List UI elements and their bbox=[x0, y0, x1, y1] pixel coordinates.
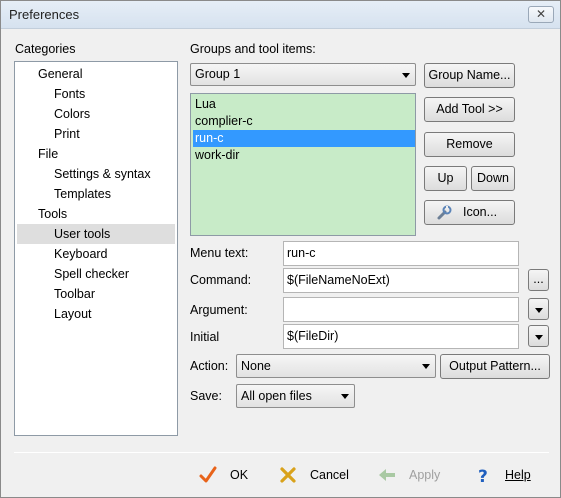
command-field[interactable]: $(FileNameNoExt) bbox=[283, 268, 519, 293]
category-item[interactable]: Settings & syntax bbox=[17, 164, 175, 184]
chevron-down-icon bbox=[402, 72, 410, 78]
window-title: Preferences bbox=[9, 7, 80, 22]
cancel-label: Cancel bbox=[310, 468, 349, 482]
ok-button[interactable]: OK bbox=[198, 463, 258, 487]
tool-item[interactable]: work-dir bbox=[193, 147, 415, 164]
chevron-down-icon bbox=[535, 308, 543, 313]
categories-label: Categories bbox=[15, 42, 76, 56]
help-button[interactable]: ? Help bbox=[473, 463, 543, 487]
save-label: Save: bbox=[190, 389, 222, 403]
category-item[interactable]: General bbox=[17, 64, 175, 84]
category-item[interactable]: Layout bbox=[17, 304, 175, 324]
close-icon: ✕ bbox=[535, 7, 547, 21]
group-select[interactable]: Group 1 bbox=[190, 63, 416, 86]
chevron-down-icon bbox=[422, 364, 430, 369]
tool-item[interactable]: complier-c bbox=[193, 113, 415, 130]
wrench-icon bbox=[437, 205, 452, 220]
save-select[interactable]: All open files bbox=[236, 384, 355, 408]
command-label: Command: bbox=[190, 273, 252, 287]
category-item[interactable]: Toolbar bbox=[17, 284, 175, 304]
category-item[interactable]: Print bbox=[17, 124, 175, 144]
argument-field[interactable] bbox=[283, 297, 519, 322]
tool-item[interactable]: Lua bbox=[193, 96, 415, 113]
category-item[interactable]: User tools bbox=[17, 224, 175, 244]
preferences-window: Preferences ✕ Categories General Fonts Col… bbox=[0, 0, 561, 498]
apply-button[interactable]: Apply bbox=[377, 463, 447, 487]
apply-label: Apply bbox=[409, 468, 441, 482]
help-label: Help bbox=[505, 468, 531, 482]
arrow-left-icon bbox=[379, 469, 395, 481]
browse-command-button[interactable]: ... bbox=[528, 269, 549, 291]
argument-label: Argument: bbox=[190, 303, 248, 317]
svg-text:?: ? bbox=[478, 467, 488, 485]
chevron-down-icon bbox=[535, 335, 543, 340]
title-bar: Preferences ✕ bbox=[1, 1, 560, 29]
category-item[interactable]: Spell checker bbox=[17, 264, 175, 284]
checkmark-icon bbox=[199, 466, 217, 483]
groups-label: Groups and tool items: bbox=[190, 42, 316, 56]
footer-separator bbox=[14, 452, 549, 453]
action-select[interactable]: None bbox=[236, 354, 436, 378]
action-label: Action: bbox=[190, 359, 229, 373]
category-item[interactable]: File bbox=[17, 144, 175, 164]
argument-dropdown-button[interactable] bbox=[528, 298, 549, 320]
category-item[interactable]: Templates bbox=[17, 184, 175, 204]
initial-label: Initial bbox=[190, 330, 220, 344]
close-button[interactable]: ✕ bbox=[528, 6, 554, 23]
group-name-button[interactable]: Group Name... bbox=[424, 63, 515, 88]
add-tool-button[interactable]: Add Tool >> bbox=[424, 97, 515, 122]
ok-label: OK bbox=[230, 468, 249, 482]
icon-button-label: Icon... bbox=[463, 205, 498, 219]
cross-icon bbox=[280, 467, 296, 483]
category-item[interactable]: Fonts bbox=[17, 84, 175, 104]
chevron-down-icon bbox=[341, 394, 349, 399]
down-button[interactable]: Down bbox=[471, 166, 515, 191]
category-item[interactable]: Tools bbox=[17, 204, 175, 224]
menu-text-field[interactable]: run-c bbox=[283, 241, 519, 266]
up-button[interactable]: Up bbox=[424, 166, 467, 191]
categories-tree[interactable]: General Fonts Colors Print File Settings & sy… bbox=[14, 61, 178, 436]
menu-text-label: Menu text: bbox=[190, 246, 249, 260]
category-item[interactable]: Keyboard bbox=[17, 244, 175, 264]
cancel-button[interactable]: Cancel bbox=[278, 463, 358, 487]
save-select-value: All open files bbox=[241, 389, 312, 403]
icon-button[interactable]: Icon... bbox=[424, 200, 515, 225]
help-icon: ? bbox=[478, 467, 488, 485]
category-item[interactable]: Colors bbox=[17, 104, 175, 124]
group-select-value: Group 1 bbox=[195, 67, 241, 81]
action-select-value: None bbox=[241, 359, 271, 373]
initial-field[interactable]: $(FileDir) bbox=[283, 324, 519, 349]
tool-items-list[interactable]: Lua complier-c run-c work-dir bbox=[190, 93, 416, 236]
tool-item[interactable]: run-c bbox=[193, 130, 415, 147]
initial-dropdown-button[interactable] bbox=[528, 325, 549, 347]
output-pattern-button[interactable]: Output Pattern... bbox=[440, 354, 550, 379]
remove-button[interactable]: Remove bbox=[424, 132, 515, 157]
